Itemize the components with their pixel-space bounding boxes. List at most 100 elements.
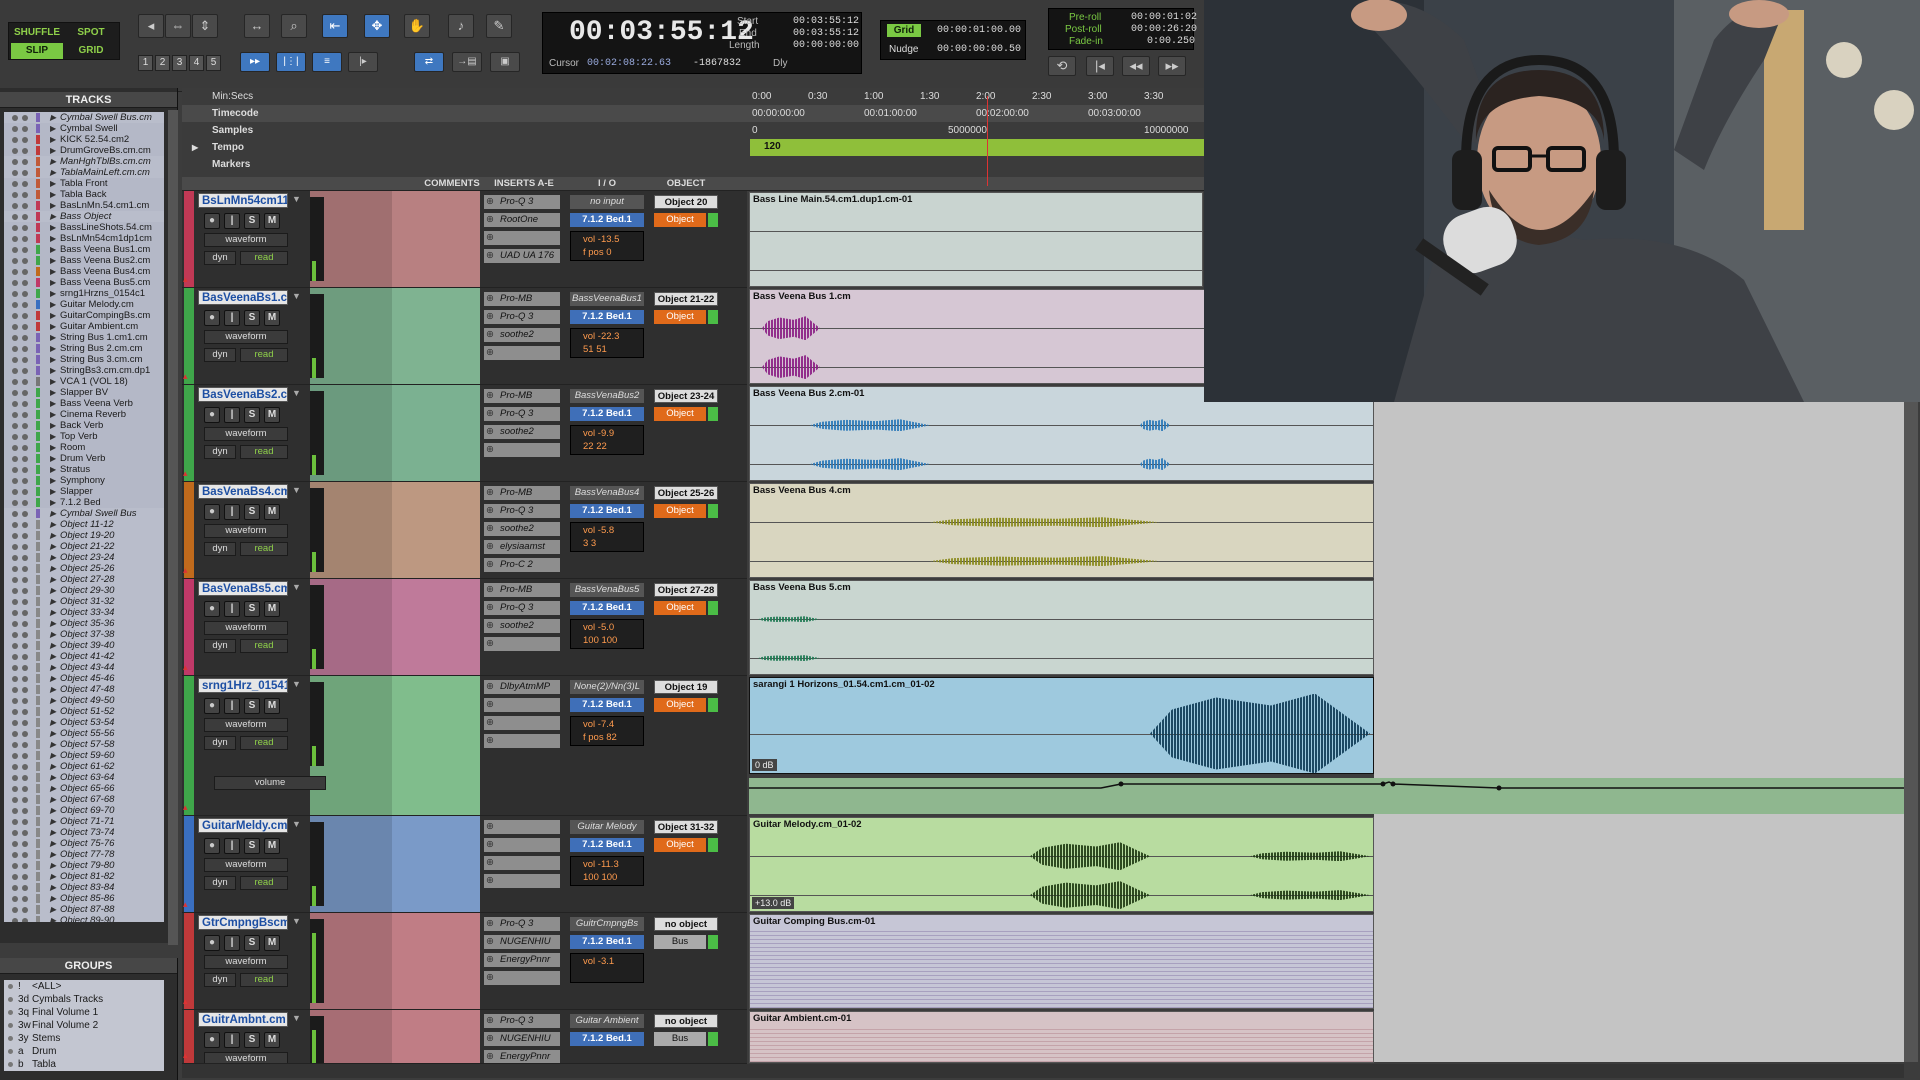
solo-button[interactable]: S	[244, 407, 260, 423]
track-show-dot[interactable]	[22, 808, 28, 814]
track-active-dot[interactable]	[12, 555, 18, 561]
track-active-dot[interactable]	[12, 434, 18, 440]
track-name[interactable]: BasVeenaBs2.cm	[198, 387, 288, 402]
track-expand-icon[interactable]: ▶	[50, 178, 56, 189]
track-expand-icon[interactable]: ▶	[50, 728, 56, 739]
track-expand-icon[interactable]: ▶	[50, 574, 56, 585]
object-bus-toggle[interactable]: Object	[654, 407, 706, 421]
track-show-dot[interactable]	[22, 346, 28, 352]
mute-button[interactable]: M	[264, 935, 280, 951]
input-monitor-icon[interactable]: |	[224, 601, 240, 617]
insert-slot[interactable]: ⊕	[484, 971, 560, 985]
track-expand-icon[interactable]: ▶	[50, 706, 56, 717]
track-active-dot[interactable]	[12, 599, 18, 605]
track-name[interactable]: GtrCmpngBscm	[198, 915, 288, 930]
mute-button[interactable]: M	[264, 213, 280, 229]
track-active-dot[interactable]	[12, 412, 18, 418]
track-show-dot[interactable]	[22, 412, 28, 418]
insert-slot[interactable]: ⊕	[484, 698, 560, 712]
track-active-dot[interactable]	[12, 654, 18, 660]
track-active-dot[interactable]	[12, 665, 18, 671]
automation-mode-selector[interactable]: read	[240, 542, 288, 556]
start-value[interactable]: 00:03:55:12	[793, 16, 859, 27]
track-collapse-icon[interactable]: ▴	[183, 662, 188, 673]
track-active-dot[interactable]	[12, 775, 18, 781]
track-show-dot[interactable]	[22, 896, 28, 902]
track-list-item[interactable]: ▶ DrumGroveBs.cm.cm	[4, 145, 164, 156]
volume-pan-display[interactable]: vol -11.3 100 100	[570, 856, 644, 886]
insert-bypass-icon[interactable]: ⊕	[486, 874, 494, 888]
track-list-item[interactable]: ▶ Object 45-46	[4, 673, 164, 684]
track-active-dot[interactable]	[12, 698, 18, 704]
track-expand-icon[interactable]: ▶	[50, 607, 56, 618]
track-collapse-icon[interactable]: ▴	[183, 565, 188, 576]
track-list-item[interactable]: ▶ StringBs3.cm.cm.dp1	[4, 365, 164, 376]
rewind-icon[interactable]: ◂◂	[1122, 56, 1150, 76]
shuffle-mode-button[interactable]: SHUFFLE	[11, 25, 63, 41]
track-list-item[interactable]: ▶ Object 53-54	[4, 717, 164, 728]
track-active-dot[interactable]	[12, 819, 18, 825]
track-active-dot[interactable]	[12, 764, 18, 770]
insert-bypass-icon[interactable]: ⊕	[486, 558, 494, 572]
insert-bypass-icon[interactable]: ⊕	[486, 292, 494, 306]
track-output-selector[interactable]: 7.1.2 Bed.1	[570, 213, 644, 227]
zoom-horizontal-icon[interactable]: ⇔	[165, 14, 191, 38]
comments-field[interactable]	[392, 913, 480, 1009]
tempo-expand-icon[interactable]: ▶	[192, 139, 198, 156]
dyn-button[interactable]: dyn	[204, 736, 236, 750]
view-selector[interactable]: waveform	[204, 524, 288, 538]
track-show-dot[interactable]	[22, 588, 28, 594]
mirror-midi-icon[interactable]: ≡	[312, 52, 342, 72]
track-show-dot[interactable]	[22, 456, 28, 462]
track-show-dot[interactable]	[22, 599, 28, 605]
zoom-preset-4[interactable]: 4	[189, 55, 204, 71]
track-show-dot[interactable]	[22, 643, 28, 649]
track-show-dot[interactable]	[22, 214, 28, 220]
track-expand-icon[interactable]: ▶	[50, 156, 56, 167]
pan-value[interactable]: 51 51	[583, 344, 607, 355]
insert-slot[interactable]: ⊕ Pro-MB	[484, 292, 560, 306]
track-list-item[interactable]: ▶ Object 81-82	[4, 871, 164, 882]
preroll-value[interactable]: 00:00:01:02	[1131, 12, 1197, 23]
track-collapse-icon[interactable]: ▴	[183, 802, 188, 813]
track-show-dot[interactable]	[22, 819, 28, 825]
comments-field[interactable]	[392, 816, 480, 912]
dyn-button[interactable]: dyn	[204, 445, 236, 459]
insert-slot[interactable]: ⊕	[484, 838, 560, 852]
record-arm-icon[interactable]: ●	[204, 1032, 220, 1048]
track-expand-icon[interactable]: ▶	[50, 255, 56, 266]
input-monitor-icon[interactable]: |	[224, 504, 240, 520]
track-name-menu-icon[interactable]: ▼	[292, 582, 301, 592]
track-show-dot[interactable]	[22, 852, 28, 858]
track-expand-icon[interactable]: ▶	[50, 376, 56, 387]
track-list-item[interactable]: ▶ Object 85-86	[4, 893, 164, 904]
track-expand-icon[interactable]: ▶	[50, 739, 56, 750]
track-output-selector[interactable]: 7.1.2 Bed.1	[570, 310, 644, 324]
postroll-label[interactable]: Post-roll	[1065, 24, 1102, 35]
track-expand-icon[interactable]: ▶	[50, 860, 56, 871]
timeline-empty-area[interactable]	[1374, 402, 1904, 1062]
track-list-item[interactable]: ▶ Object 83-84	[4, 882, 164, 893]
track-active-dot[interactable]	[12, 335, 18, 341]
group-item[interactable]: a Drum	[4, 1045, 164, 1058]
track-active-dot[interactable]	[12, 324, 18, 330]
link-timeline-icon[interactable]: →▤	[452, 52, 482, 72]
return-to-zero-icon[interactable]: |◂	[1086, 56, 1114, 76]
insert-slot[interactable]: ⊕	[484, 820, 560, 834]
track-active-dot[interactable]	[12, 588, 18, 594]
audio-clip[interactable]: Bass Veena Bus 4.cm	[749, 483, 1374, 578]
group-active-dot[interactable]	[8, 997, 13, 1002]
track-show-dot[interactable]	[22, 313, 28, 319]
track-show-dot[interactable]	[22, 676, 28, 682]
insert-bypass-icon[interactable]: ⊕	[486, 734, 494, 748]
comments-field[interactable]	[392, 579, 480, 675]
track-expand-icon[interactable]: ▶	[50, 563, 56, 574]
track-list-item[interactable]: ▶ Tabla Front	[4, 178, 164, 189]
track-name-menu-icon[interactable]: ▼	[292, 819, 301, 829]
group-item[interactable]: 3y Stems	[4, 1032, 164, 1045]
track-list-item[interactable]: ▶ Object 77-78	[4, 849, 164, 860]
track-active-dot[interactable]	[12, 621, 18, 627]
track-list-item[interactable]: ▶ Object 75-76	[4, 838, 164, 849]
insert-bypass-icon[interactable]: ⊕	[486, 856, 494, 870]
track-expand-icon[interactable]: ▶	[50, 816, 56, 827]
